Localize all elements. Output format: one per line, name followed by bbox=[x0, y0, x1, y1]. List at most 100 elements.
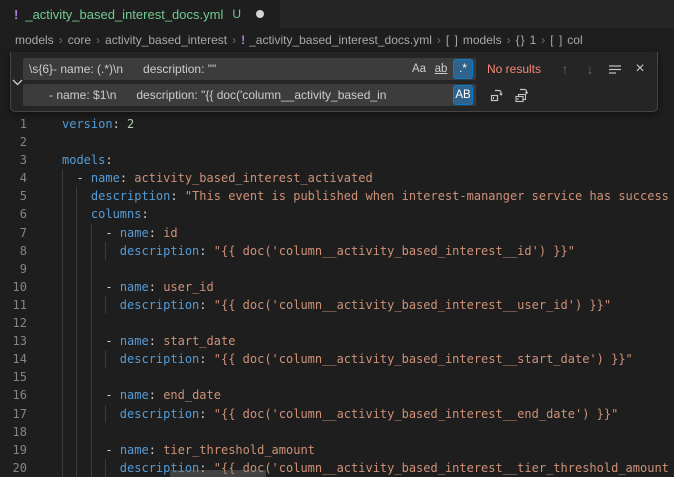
line-content: version: 2 bbox=[62, 115, 134, 133]
code-line[interactable]: 7 - name: id bbox=[0, 224, 674, 242]
tab-bar: ! _activity_based_interest_docs.yml U bbox=[0, 0, 674, 28]
breadcrumb-separator-icon: › bbox=[232, 33, 236, 47]
replace-icon bbox=[489, 87, 505, 103]
line-content: description: "{{ doc('column__activity_b… bbox=[62, 459, 669, 477]
git-untracked-badge: U bbox=[232, 7, 241, 21]
line-content: description: "{{ doc('column__activity_b… bbox=[62, 296, 611, 314]
next-match-button[interactable]: ↓ bbox=[579, 58, 601, 80]
line-content: - name: activity_based_interest_activate… bbox=[62, 169, 373, 187]
line-number: 5 bbox=[0, 187, 27, 205]
breadcrumb-item[interactable]: {} 1 bbox=[516, 33, 537, 47]
breadcrumb: models › core › activity_based_interest › !_ac… bbox=[0, 28, 674, 52]
match-case-toggle[interactable]: Aa bbox=[409, 59, 429, 79]
code-line[interactable]: 14 description: "{{ doc('column__activit… bbox=[0, 350, 674, 368]
breadcrumb-item[interactable]: [ ] models bbox=[446, 33, 502, 47]
line-content: - name: user_id bbox=[62, 278, 214, 296]
line-number: 9 bbox=[0, 260, 27, 278]
breadcrumb-label: 1 bbox=[530, 33, 537, 47]
indent-guide bbox=[76, 423, 77, 441]
toggle-replace-button[interactable] bbox=[11, 52, 23, 111]
line-content: - name: id bbox=[62, 224, 178, 242]
tab-filename: _activity_based_interest_docs.yml bbox=[25, 7, 223, 22]
breadcrumb-item[interactable]: !_activity_based_interest_docs.yml bbox=[241, 33, 432, 47]
breadcrumb-separator-icon: › bbox=[437, 33, 441, 47]
preserve-case-toggle[interactable]: AB bbox=[453, 85, 473, 105]
code-line[interactable]: 8 description: "{{ doc('column__activity… bbox=[0, 242, 674, 260]
breadcrumb-item[interactable]: models bbox=[15, 33, 54, 47]
replace-input[interactable]: - name: $1\n description: "{{ doc('colum… bbox=[23, 84, 476, 106]
indent-guide bbox=[91, 260, 92, 278]
line-content: - name: start_date bbox=[62, 332, 235, 350]
breadcrumb-label: models bbox=[463, 33, 502, 47]
find-results-count: No results bbox=[487, 62, 551, 76]
code-line[interactable]: 18 bbox=[0, 423, 674, 441]
previous-match-button[interactable]: ↑ bbox=[554, 58, 576, 80]
line-number: 1 bbox=[0, 115, 27, 133]
breadcrumb-separator-icon: › bbox=[59, 33, 63, 47]
code-line[interactable]: 15 bbox=[0, 368, 674, 386]
indent-guide bbox=[62, 260, 63, 278]
indent-guide bbox=[91, 368, 92, 386]
line-content: columns: bbox=[62, 205, 149, 223]
indent-guide bbox=[76, 260, 77, 278]
line-number: 3 bbox=[0, 151, 27, 169]
replace-button[interactable] bbox=[486, 84, 508, 106]
line-number: 6 bbox=[0, 205, 27, 223]
code-line[interactable]: 5 description: "This event is published … bbox=[0, 187, 674, 205]
replace-all-icon bbox=[514, 87, 530, 103]
yaml-file-icon: ! bbox=[14, 7, 18, 22]
line-number: 19 bbox=[0, 441, 27, 459]
line-content: models: bbox=[62, 151, 113, 169]
code-line[interactable]: 17 description: "{{ doc('column__activit… bbox=[0, 405, 674, 423]
indent-guide bbox=[62, 368, 63, 386]
replace-row: - name: $1\n description: "{{ doc('colum… bbox=[23, 84, 651, 106]
find-replace-widget: \s{6}- name: (.*)\n description: "" Aa a… bbox=[10, 52, 658, 112]
indent-guide bbox=[91, 423, 92, 441]
indent-guide bbox=[76, 368, 77, 386]
code-line[interactable]: 3 models: bbox=[0, 151, 674, 169]
indent-guide bbox=[62, 423, 63, 441]
replace-all-button[interactable] bbox=[511, 84, 533, 106]
find-row: \s{6}- name: (.*)\n description: "" Aa a… bbox=[23, 58, 651, 80]
code-line[interactable]: 2 bbox=[0, 133, 674, 151]
symbol-kind-icon: [ ] bbox=[446, 33, 459, 47]
find-input-value: \s{6}- name: (.*)\n description: "" bbox=[29, 62, 405, 76]
close-find-widget-button[interactable]: × bbox=[629, 58, 651, 80]
code-line[interactable]: 6 columns: bbox=[0, 205, 674, 223]
line-content: description: "This event is published wh… bbox=[62, 187, 669, 205]
breadcrumb-label: core bbox=[68, 33, 91, 47]
breadcrumb-item[interactable]: activity_based_interest bbox=[105, 33, 227, 47]
find-input[interactable]: \s{6}- name: (.*)\n description: "" Aa a… bbox=[23, 58, 476, 80]
code-line[interactable]: 4 - name: activity_based_interest_activa… bbox=[0, 169, 674, 187]
breadcrumb-item[interactable]: core bbox=[68, 33, 91, 47]
breadcrumb-label: col bbox=[567, 33, 582, 47]
line-number: 15 bbox=[0, 368, 27, 386]
code-line[interactable]: 12 bbox=[0, 314, 674, 332]
symbol-kind-icon: {} bbox=[516, 33, 526, 47]
code-line[interactable]: 10 - name: user_id bbox=[0, 278, 674, 296]
tab-activity-based-interest-docs[interactable]: ! _activity_based_interest_docs.yml U bbox=[0, 0, 280, 28]
indent-guide bbox=[76, 314, 77, 332]
line-number: 11 bbox=[0, 296, 27, 314]
code-line[interactable]: 9 bbox=[0, 260, 674, 278]
line-content: description: "{{ doc('column__activity_b… bbox=[62, 405, 618, 423]
modified-dot-icon[interactable] bbox=[256, 10, 264, 18]
code-line[interactable]: 16 - name: end_date bbox=[0, 386, 674, 404]
code-line[interactable]: 19 - name: tier_threshold_amount bbox=[0, 441, 674, 459]
horizontal-scrollbar[interactable] bbox=[170, 470, 266, 477]
whole-word-toggle[interactable]: ab bbox=[431, 59, 451, 79]
line-content: description: "{{ doc('column__activity_b… bbox=[62, 350, 633, 368]
code-editor: 1 version: 223 models:4 - name: activity_b… bbox=[0, 115, 674, 477]
code-line[interactable]: 20 description: "{{ doc('column__activit… bbox=[0, 459, 674, 477]
code-line[interactable]: 1 version: 2 bbox=[0, 115, 674, 133]
line-number: 8 bbox=[0, 242, 27, 260]
symbol-kind-icon: [ ] bbox=[550, 33, 563, 47]
line-number: 20 bbox=[0, 459, 27, 477]
find-in-selection-button[interactable] bbox=[604, 58, 626, 80]
code-line[interactable]: 13 - name: start_date bbox=[0, 332, 674, 350]
breadcrumb-separator-icon: › bbox=[507, 33, 511, 47]
breadcrumb-item[interactable]: [ ] col bbox=[550, 33, 582, 47]
code-line[interactable]: 11 description: "{{ doc('column__activit… bbox=[0, 296, 674, 314]
regex-toggle[interactable]: .* bbox=[453, 59, 473, 79]
line-number: 17 bbox=[0, 405, 27, 423]
